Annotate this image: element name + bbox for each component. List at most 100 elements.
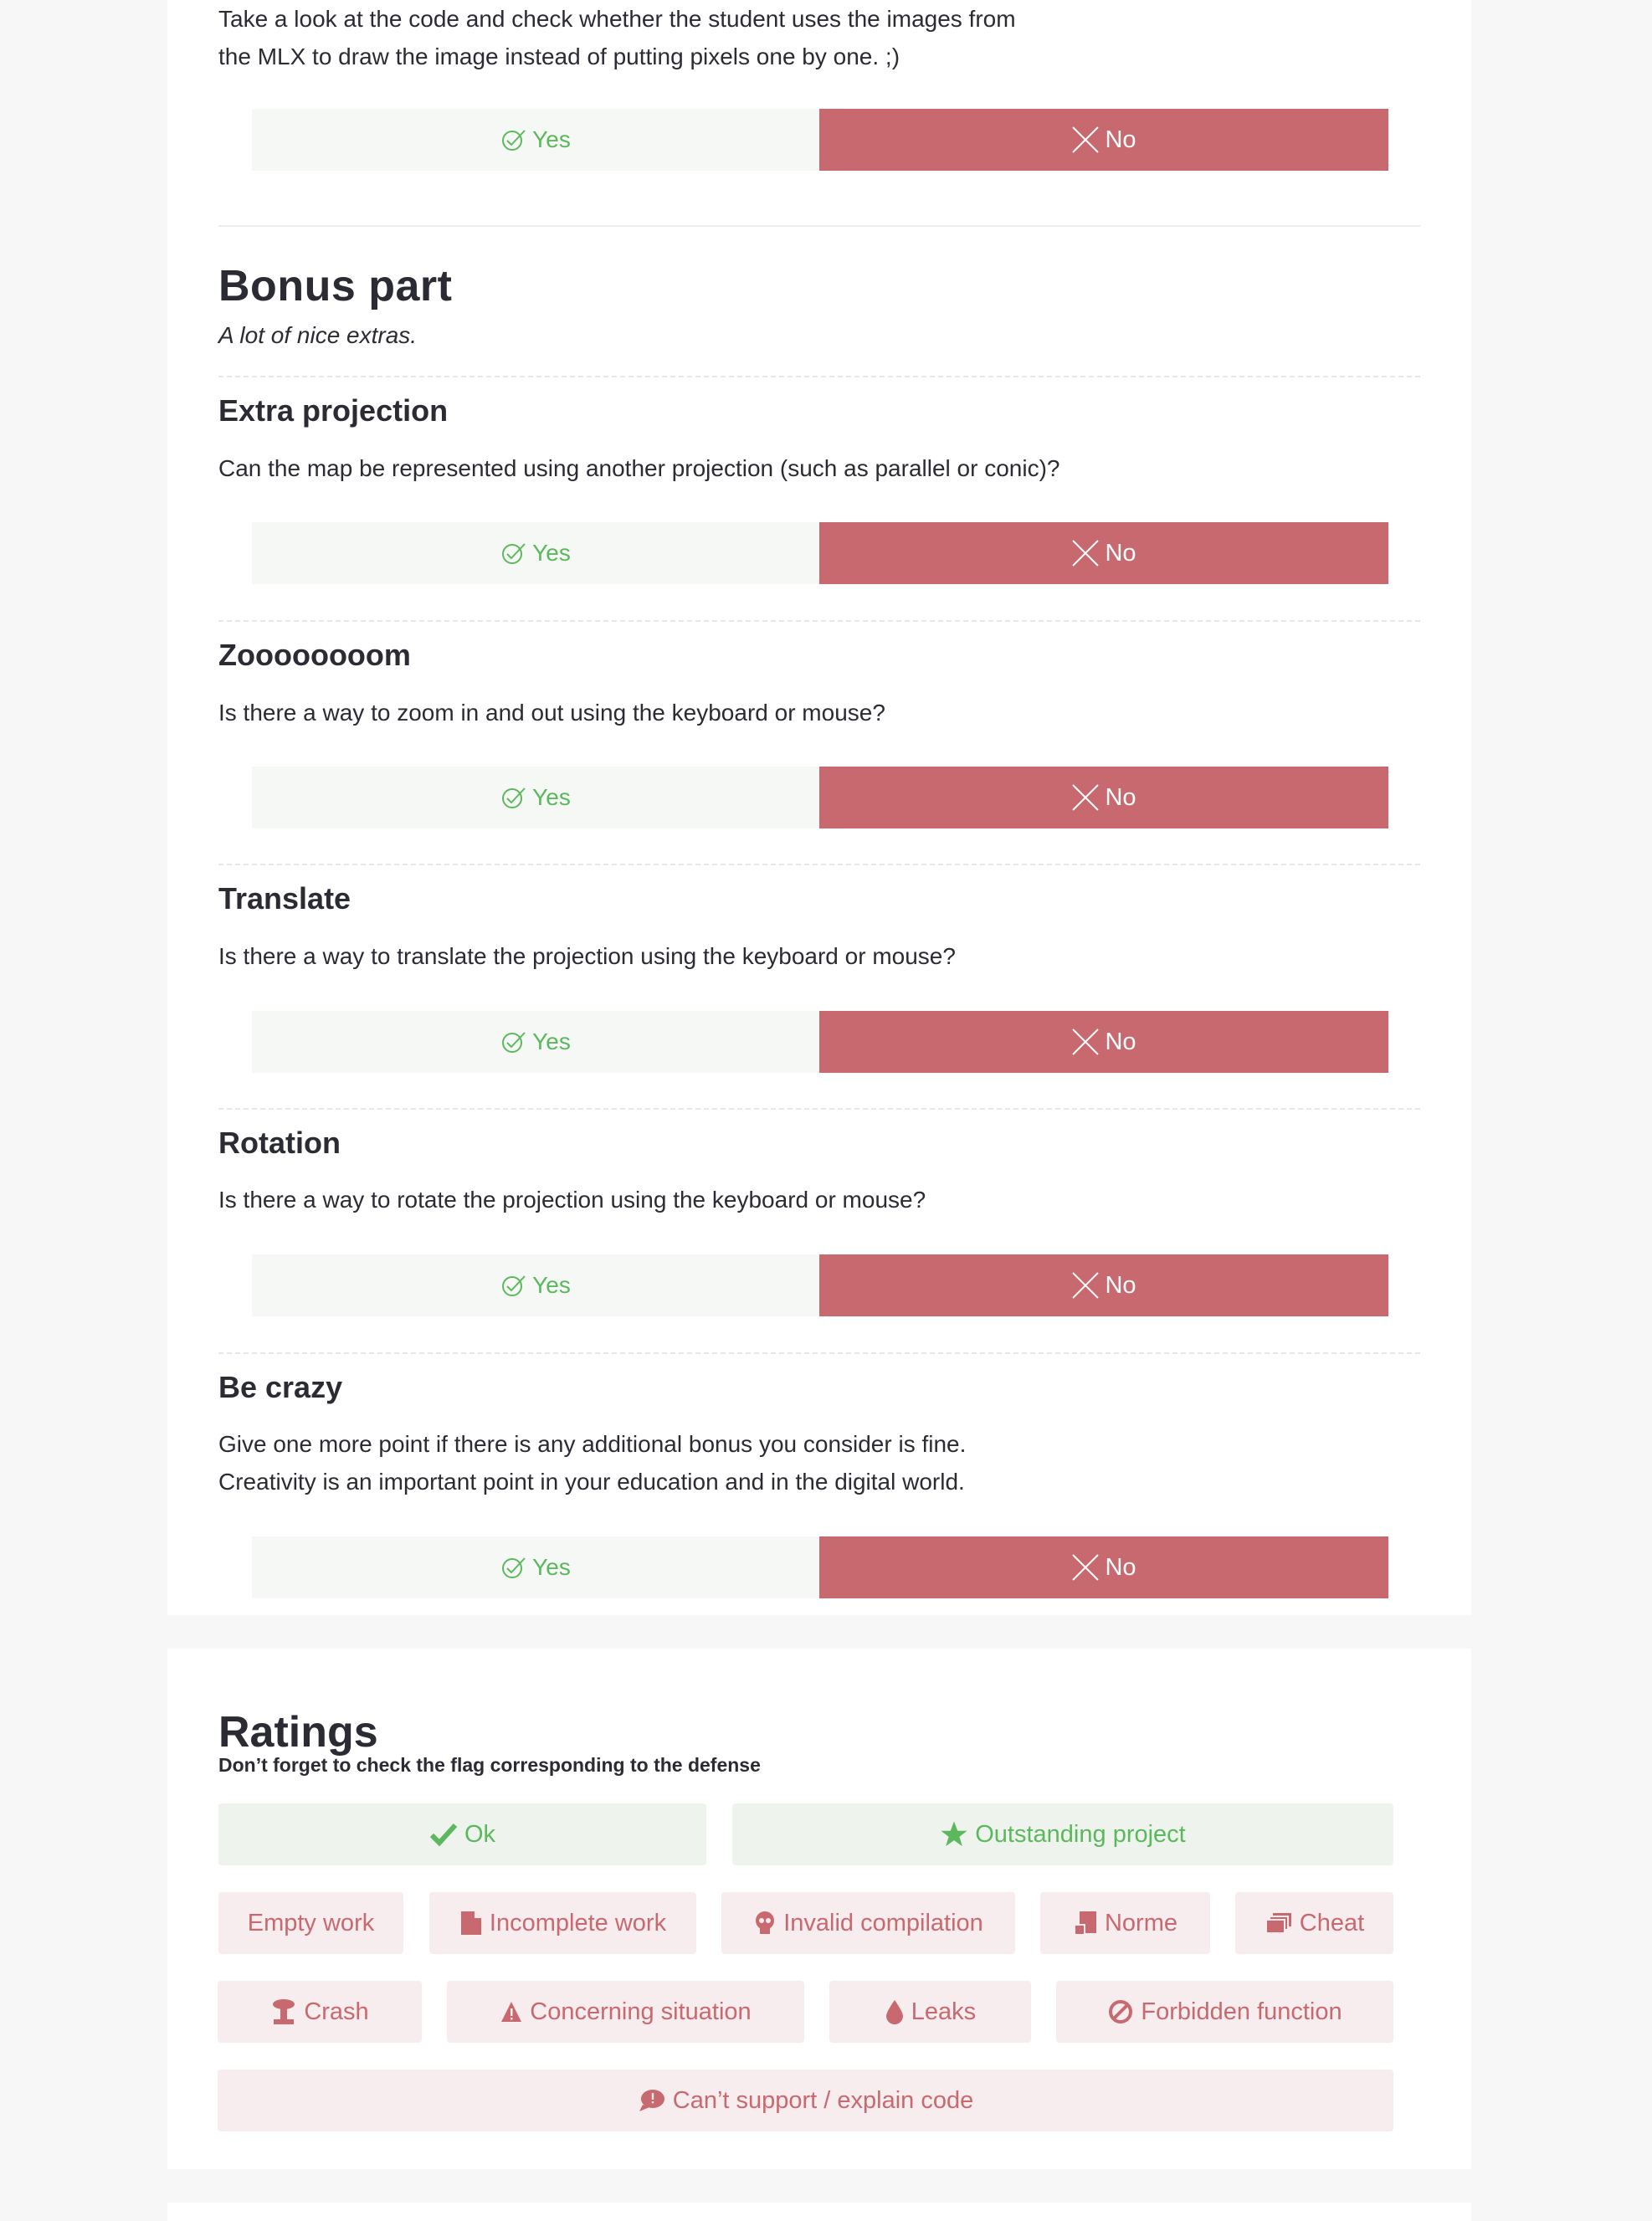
- question-title: Translate: [218, 881, 351, 916]
- flag-label: Crash: [304, 1998, 369, 2025]
- flag-label: Can’t support / explain code: [672, 2086, 974, 2114]
- close-icon: [1072, 1028, 1100, 1055]
- yes-button[interactable]: Yes: [252, 109, 819, 171]
- flag-cant-explain-code-button[interactable]: Can’t support / explain code: [218, 2070, 1393, 2131]
- flag-ok-button[interactable]: Ok: [218, 1803, 706, 1865]
- yes-button[interactable]: Yes: [252, 522, 819, 584]
- close-icon: [1072, 1554, 1100, 1581]
- flag-label: Leaks: [911, 1998, 977, 2025]
- close-icon: [1072, 540, 1100, 567]
- question-divider: [218, 1108, 1420, 1110]
- question-divider: [218, 1352, 1420, 1354]
- skull-icon: [756, 1911, 775, 1934]
- flag-label: Invalid compilation: [783, 1909, 983, 1936]
- check-circle-icon: [502, 130, 526, 151]
- no-button[interactable]: No: [819, 109, 1388, 171]
- question-divider: [218, 620, 1420, 622]
- close-icon: [1072, 1272, 1100, 1299]
- copy-icon: [1265, 1913, 1291, 1934]
- yes-no-group: Yes No: [252, 767, 1388, 828]
- flag-cheat-button[interactable]: Cheat: [1235, 1892, 1393, 1954]
- yes-label: Yes: [532, 126, 571, 152]
- no-label: No: [1105, 1271, 1136, 1299]
- question-description: Give one more point if there is any addi…: [218, 1431, 967, 1495]
- no-button[interactable]: No: [819, 522, 1388, 584]
- flag-label: Ok: [464, 1820, 496, 1848]
- no-label: No: [1105, 783, 1136, 811]
- document-icon: [460, 1911, 481, 1935]
- next-card: [167, 2203, 1471, 2221]
- yes-no-group: Yes No: [252, 1536, 1388, 1598]
- flag-label: Incomplete work: [489, 1909, 667, 1936]
- section-divider: [218, 225, 1420, 227]
- no-label: No: [1105, 126, 1136, 153]
- question-title: Rotation: [218, 1126, 341, 1160]
- speech-bubble-icon: [639, 2090, 664, 2111]
- question-title: Zoooooooom: [218, 638, 411, 672]
- check-circle-icon: [502, 543, 526, 564]
- section-subtitle: A lot of nice extras.: [218, 322, 418, 348]
- flag-norme-button[interactable]: Norme: [1040, 1892, 1210, 1954]
- norme-icon: [1073, 1911, 1096, 1936]
- yes-no-group: Yes No: [252, 109, 1388, 171]
- flag-label: Concerning situation: [530, 1998, 752, 2025]
- warning-icon: [501, 2002, 522, 2022]
- flag-label: Outstanding project: [975, 1820, 1186, 1848]
- yes-button[interactable]: Yes: [252, 1536, 819, 1598]
- section-title: Bonus part: [218, 262, 453, 310]
- question-description: Is there a way to rotate the projection …: [218, 1187, 926, 1213]
- ratings-title: Ratings: [218, 1708, 378, 1757]
- yes-label: Yes: [532, 784, 571, 810]
- flag-label: Forbidden function: [1141, 1998, 1342, 2025]
- flag-label: Norme: [1104, 1909, 1177, 1936]
- flag-concerning-situation-button[interactable]: Concerning situation: [447, 1981, 804, 2043]
- no-label: No: [1105, 1028, 1136, 1055]
- question-divider: [218, 376, 1420, 377]
- no-button[interactable]: No: [819, 767, 1388, 828]
- flag-label: Empty work: [247, 1909, 375, 1936]
- close-icon: [1072, 784, 1100, 811]
- question-description: Is there a way to translate the projecti…: [218, 943, 956, 969]
- close-icon: [1072, 126, 1100, 153]
- evaluation-card: Take a look at the code and check whethe…: [167, 0, 1471, 1615]
- explosion-icon: [273, 1999, 295, 2024]
- question-description: Take a look at the code and check whethe…: [218, 6, 1016, 69]
- yes-button[interactable]: Yes: [252, 767, 819, 828]
- star-icon: [941, 1821, 967, 1847]
- flag-crash-button[interactable]: Crash: [218, 1981, 422, 2043]
- flag-empty-work-button[interactable]: Empty work: [218, 1892, 403, 1954]
- ratings-note: Don’t forget to check the flag correspon…: [218, 1754, 761, 1776]
- flag-forbidden-function-button[interactable]: Forbidden function: [1056, 1981, 1393, 2043]
- no-button[interactable]: No: [819, 1254, 1388, 1316]
- flag-label: Cheat: [1299, 1909, 1365, 1936]
- question-divider: [218, 864, 1420, 865]
- ban-icon: [1109, 2000, 1133, 2024]
- yes-no-group: Yes No: [252, 522, 1388, 584]
- yes-label: Yes: [532, 540, 571, 566]
- yes-button[interactable]: Yes: [252, 1011, 819, 1073]
- flag-incomplete-work-button[interactable]: Incomplete work: [429, 1892, 696, 1954]
- check-circle-icon: [502, 787, 526, 808]
- flag-leaks-button[interactable]: Leaks: [829, 1981, 1031, 2043]
- drop-icon: [885, 2000, 903, 2024]
- no-button[interactable]: No: [819, 1536, 1388, 1598]
- check-circle-icon: [502, 1032, 526, 1053]
- check-circle-icon: [502, 1275, 526, 1296]
- question-description: Is there a way to zoom in and out using …: [218, 700, 885, 726]
- check-icon: [429, 1823, 458, 1847]
- yes-no-group: Yes No: [252, 1254, 1388, 1316]
- no-label: No: [1105, 539, 1136, 567]
- yes-label: Yes: [532, 1554, 571, 1580]
- flag-outstanding-button[interactable]: Outstanding project: [732, 1803, 1393, 1865]
- question-title: Extra projection: [218, 393, 449, 428]
- yes-label: Yes: [532, 1028, 571, 1054]
- flag-invalid-compilation-button[interactable]: Invalid compilation: [721, 1892, 1015, 1954]
- no-button[interactable]: No: [819, 1011, 1388, 1073]
- yes-no-group: Yes No: [252, 1011, 1388, 1073]
- question-description: Can the map be represented using another…: [218, 455, 1060, 481]
- no-label: No: [1105, 1553, 1136, 1581]
- check-circle-icon: [502, 1557, 526, 1578]
- yes-button[interactable]: Yes: [252, 1254, 819, 1316]
- yes-label: Yes: [532, 1272, 571, 1298]
- question-title: Be crazy: [218, 1370, 343, 1404]
